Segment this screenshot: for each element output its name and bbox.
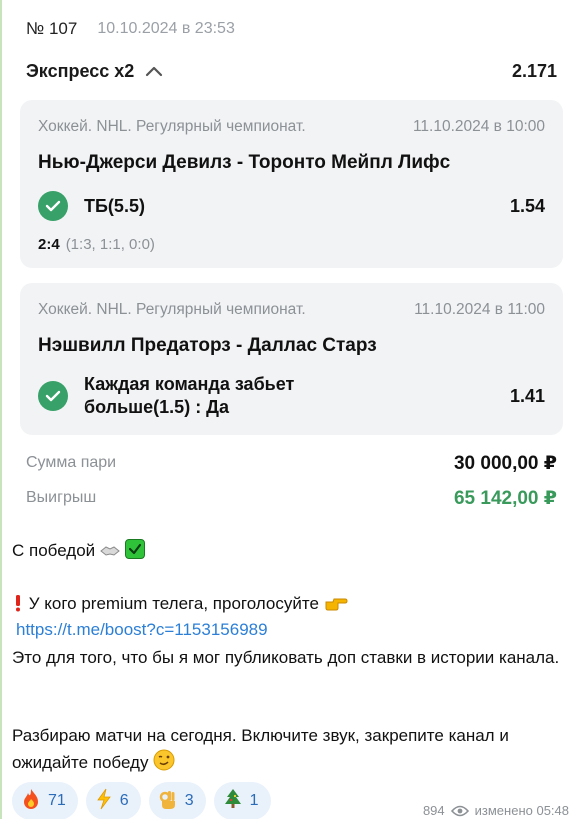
stake-value: 30 000,00 ₽ — [453, 452, 557, 474]
leg-period-scores: (1:3, 1:1, 0:0) — [65, 236, 155, 253]
leg-odds: 1.54 — [509, 195, 545, 216]
win-label: Выигрыш — [26, 489, 97, 506]
chevron-up-icon[interactable] — [144, 61, 164, 81]
handshake-emoji-icon — [100, 541, 120, 567]
eye-icon — [450, 805, 469, 817]
message-text: У кого premium телега, проголосуйте — [28, 594, 319, 613]
win-value: 65 142,00 ₽ — [453, 487, 557, 509]
wink-emoji-icon — [153, 749, 175, 779]
message-paragraph: Это для того, что бы я мог публиковать д… — [12, 648, 560, 667]
lightning-emoji-icon — [96, 788, 112, 815]
bet-leg-card: Хоккей. NHL. Регулярный чемпионат. 11.10… — [20, 100, 563, 268]
leg-datetime: 11.10.2024 в 10:00 — [412, 118, 545, 135]
reaction-fire[interactable]: 71 — [12, 782, 78, 819]
bet-number: № 107 — [26, 19, 78, 38]
express-header[interactable]: Экспресс х2 2.171 — [26, 58, 557, 84]
check-mark-emoji-icon — [124, 539, 145, 559]
reaction-count: 3 — [184, 792, 194, 809]
ok-hand-emoji-icon — [159, 788, 177, 815]
leg-league: Хоккей. NHL. Регулярный чемпионат. — [38, 118, 306, 135]
leg-datetime: 11.10.2024 в 11:00 — [414, 301, 545, 318]
views-count: 894 — [422, 803, 445, 818]
bet-datetime: 10.10.2024 в 23:53 — [97, 20, 235, 37]
message-line: С победой — [12, 538, 565, 567]
express-title: Экспресс х2 — [26, 60, 135, 81]
message-left-border — [0, 0, 2, 819]
leg-pick: ТБ(5.5) — [84, 195, 145, 216]
reaction-christmas-tree[interactable]: 1 — [213, 782, 271, 819]
fire-emoji-icon — [22, 788, 40, 815]
stake-row: Сумма пари 30 000,00 ₽ — [26, 451, 557, 475]
message-line[interactable]: https://t.me/boost?c=1153156989 — [16, 617, 565, 643]
leg-pick-row: Каждая команда забьет больше(1.5) : Да 1… — [38, 371, 545, 421]
leg-final-score: 2:4 — [38, 236, 60, 253]
message-line: У кого premium телега, проголосуйте — [12, 591, 565, 620]
christmas-tree-emoji-icon — [224, 788, 242, 815]
bet-leg-card: Хоккей. NHL. Регулярный чемпионат. 11.10… — [20, 283, 563, 435]
leg-score: 2:4 (1:3, 1:1, 0:0) — [38, 236, 155, 253]
reactions-bar: 71 6 3 1 — [12, 782, 271, 819]
stake-label: Сумма пари — [26, 454, 117, 471]
leg-pick-row: ТБ(5.5) 1.54 — [38, 190, 545, 222]
message-text: С победой — [12, 541, 96, 560]
check-circle-icon — [38, 381, 68, 411]
leg-match: Нью-Джерси Девилз - Торонто Мейпл Лифс — [38, 152, 451, 173]
message-text: Разбираю матчи на сегодня. Включите звук… — [12, 726, 509, 772]
message-footer: 894 изменено 05:48 — [423, 803, 569, 818]
message-paragraph: Разбираю матчи на сегодня. Включите звук… — [12, 723, 565, 779]
reaction-ok-hand[interactable]: 3 — [148, 782, 206, 819]
leg-league: Хоккей. NHL. Регулярный чемпионат. — [38, 301, 306, 318]
reaction-count: 6 — [119, 792, 129, 809]
leg-match: Нэшвилл Предаторз - Даллас Старз — [38, 335, 377, 356]
express-total-odds: 2.171 — [511, 60, 557, 81]
leg-pick: Каждая команда забьет больше(1.5) : Да — [84, 374, 295, 417]
boost-link[interactable]: https://t.me/boost?c=1153156989 — [16, 620, 268, 639]
bet-header: № 107 10.10.2024 в 23:53 — [26, 18, 235, 40]
win-row: Выигрыш 65 142,00 ₽ — [26, 486, 557, 510]
leg-odds: 1.41 — [509, 385, 545, 406]
check-circle-icon — [38, 191, 68, 221]
reaction-count: 1 — [249, 792, 259, 809]
edited-time: изменено 05:48 — [474, 803, 569, 818]
reaction-lightning[interactable]: 6 — [85, 782, 141, 819]
reaction-count: 71 — [48, 792, 66, 809]
